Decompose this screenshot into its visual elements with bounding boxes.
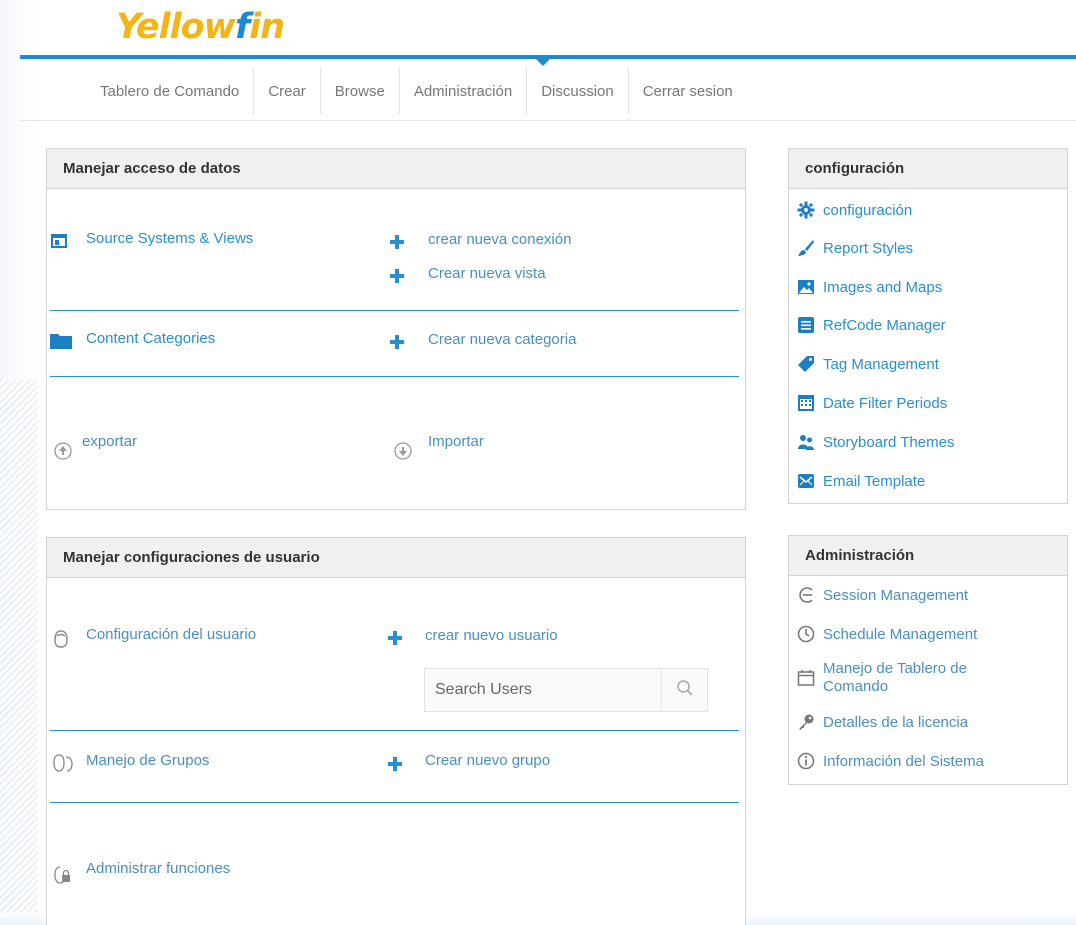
admin-item-dashboard-management[interactable]: Manejo de Tablero de Comando [797,660,997,696]
new-user-link[interactable]: crear nuevo usuario [425,627,558,644]
config-item-label: Report Styles [823,239,914,257]
section-divider [50,730,739,731]
export-icon [53,441,73,461]
source-systems-link[interactable]: Source Systems & Views [86,230,253,247]
background-texture [0,0,40,925]
config-item-images-maps[interactable]: Images and Maps [797,278,942,296]
admin-item-label: Detalles de la licencia [823,713,969,731]
folder-icon [50,331,72,349]
main-nav: Tablero de Comando Crear Browse Administ… [86,68,747,114]
config-panel: configuración configuración Report Style… [788,148,1068,504]
config-item-storyboard-themes[interactable]: Storyboard Themes [797,433,954,451]
section-divider [50,376,739,377]
clock-icon [797,625,815,643]
config-item-label: Date Filter Periods [823,394,948,412]
admin-item-label: Manejo de Tablero de Comando [823,660,967,695]
admin-item-label: Session Management [823,586,969,604]
nav-logout[interactable]: Cerrar sesion [629,68,747,114]
config-item-configuracion[interactable]: configuración [797,201,912,219]
config-item-label: Storyboard Themes [823,433,955,451]
plus-icon [390,335,404,349]
config-item-label: Email Template [823,472,926,490]
manage-roles-link[interactable]: Administrar funciones [86,860,230,877]
data-access-title: Manejar acceso de datos [47,149,745,189]
user-config-title: Manejar configuraciones de usuario [47,538,745,578]
nav-create[interactable]: Crear [254,68,321,114]
plus-icon [390,235,404,249]
new-category-link[interactable]: Crear nueva categoria [428,331,576,348]
admin-item-session-management[interactable]: Session Management [797,586,968,604]
content-categories-link[interactable]: Content Categories [86,330,215,347]
nav-browse[interactable]: Browse [321,68,400,114]
group-icon [51,753,75,773]
list-icon [797,316,815,334]
config-item-report-styles[interactable]: Report Styles [797,239,913,257]
section-divider [50,802,739,803]
search-button[interactable] [661,669,707,711]
people-icon [797,433,815,451]
logo-text-in: in [249,7,285,47]
search-users-box [424,668,708,712]
import-link[interactable]: Importar [428,433,484,450]
group-management-link[interactable]: Manejo de Grupos [86,752,209,769]
config-panel-title: configuración [789,149,1067,189]
key-icon [797,713,815,731]
tag-icon [797,355,815,373]
config-item-date-filter-periods[interactable]: Date Filter Periods [797,394,947,412]
yellowfin-logo[interactable]: Yellowfin [116,2,285,52]
info-icon [797,752,815,770]
envelope-icon [797,472,815,490]
config-item-tag-management[interactable]: Tag Management [797,355,939,373]
config-item-label: RefCode Manager [823,316,946,334]
user-icon [52,629,70,649]
import-icon [393,441,413,461]
nav-administration[interactable]: Administración [400,68,528,114]
new-group-link[interactable]: Crear nuevo grupo [425,752,550,769]
admin-panel: Administración Session Management Schedu… [788,535,1068,785]
admin-item-schedule-management[interactable]: Schedule Management [797,625,977,643]
logo-text-f: f [234,7,250,47]
admin-item-license-details[interactable]: Detalles de la licencia [797,713,968,731]
calendar-grid-icon [797,394,815,412]
role-lock-icon [52,865,72,885]
config-item-refcode-manager[interactable]: RefCode Manager [797,316,946,334]
export-link[interactable]: exportar [82,433,137,450]
image-icon [797,278,815,296]
admin-item-label: Schedule Management [823,625,978,643]
admin-panel-title: Administración [789,536,1067,576]
plus-icon [390,269,404,283]
calendar-icon [797,669,815,687]
admin-item-label: Información del Sistema [823,752,984,770]
nav-dashboard[interactable]: Tablero de Comando [86,68,255,114]
header-rule [20,55,1076,66]
source-systems-icon [50,232,68,250]
gear-icon [797,201,815,219]
search-icon [676,679,694,702]
session-icon [797,586,815,604]
plus-icon [388,631,402,645]
plus-icon [388,757,402,771]
admin-item-system-info[interactable]: Información del Sistema [797,752,984,770]
logo-text-yellow: Yellow [116,7,236,47]
section-divider [50,310,739,311]
config-item-label: Tag Management [823,355,939,373]
user-settings-link[interactable]: Configuración del usuario [86,626,256,643]
nav-discussion[interactable]: Discussion [527,68,629,114]
brush-icon [797,239,815,257]
search-users-input[interactable] [425,669,660,711]
config-item-email-template[interactable]: Email Template [797,472,925,490]
config-item-label: Images and Maps [823,278,943,296]
nav-divider [20,120,1076,121]
new-connection-link[interactable]: crear nueva conexión [428,231,571,248]
config-item-label: configuración [823,201,913,219]
new-view-link[interactable]: Crear nueva vista [428,265,546,282]
